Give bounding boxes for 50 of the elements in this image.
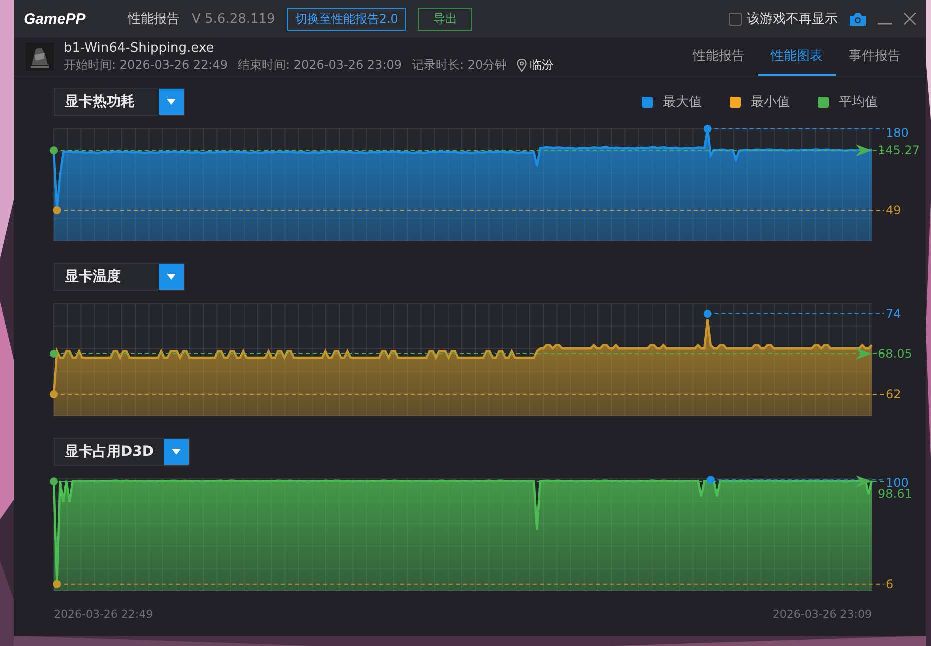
caret-icon [167, 274, 176, 280]
avg-marker [50, 478, 58, 486]
app-logo: GamePP [24, 10, 87, 28]
checkbox-label: 该游戏不再显示 [747, 11, 838, 28]
legend-label: 平均值 [839, 94, 878, 111]
switch-button[interactable]: 切换至性能报告2.0 [287, 8, 406, 30]
avg-value: 145.27 [878, 144, 920, 158]
end-time-label: 2026-03-26 23:09 [772, 608, 872, 621]
tab[interactable]: 性能图表 [758, 38, 836, 76]
min-value: 62 [886, 388, 902, 402]
max-marker [704, 125, 712, 133]
metric-dropdown[interactable]: 显卡占用D3D [54, 438, 190, 466]
start-time-label: 2026-03-26 22:49 [54, 608, 154, 621]
location-pin-icon [517, 58, 528, 72]
arrow-icon [856, 476, 872, 488]
legend-label: 最小值 [751, 94, 790, 111]
avg-value: 68.05 [878, 346, 912, 361]
avg-value: 98.61 [878, 487, 912, 501]
min-marker [50, 390, 58, 399]
max-value: 180 [886, 126, 909, 140]
max-marker [706, 476, 715, 484]
camera-icon[interactable] [850, 12, 866, 26]
tab[interactable]: 性能报告 [680, 38, 758, 76]
min-marker [53, 206, 62, 214]
avg-marker [50, 350, 58, 358]
exe-name: b1-Win64-Shipping.exe [64, 40, 216, 56]
location: 临汾 [530, 56, 554, 74]
arrow-icon [856, 348, 872, 360]
duration: 记录时长: 20分钟 [412, 56, 508, 74]
max-marker [704, 310, 712, 318]
end-time: 结束时间: 2026-03-26 23:09 [238, 56, 402, 74]
avg-marker [50, 146, 58, 155]
checkbox[interactable] [729, 12, 742, 26]
min-value: 49 [886, 204, 902, 218]
close-icon[interactable] [904, 13, 916, 25]
window-title: 性能报告 [128, 11, 180, 28]
metric-dropdown[interactable]: 显卡温度 [54, 263, 185, 291]
max-value: 100 [886, 476, 909, 490]
arrow-icon [856, 144, 872, 157]
caret-icon [167, 99, 176, 105]
metric-dropdown[interactable]: 显卡热功耗 [54, 88, 185, 116]
min-marker [53, 580, 62, 588]
caret-icon [172, 449, 181, 455]
version-label: V 5.6.28.119 [192, 12, 276, 26]
export-button[interactable]: 导出 [418, 8, 472, 30]
tab[interactable]: 事件报告 [836, 38, 914, 76]
legend-label: 最大值 [663, 94, 702, 111]
min-value: 6 [886, 577, 894, 592]
start-time: 开始时间: 2026-03-26 22:49 [64, 56, 228, 74]
max-value: 74 [886, 307, 902, 322]
